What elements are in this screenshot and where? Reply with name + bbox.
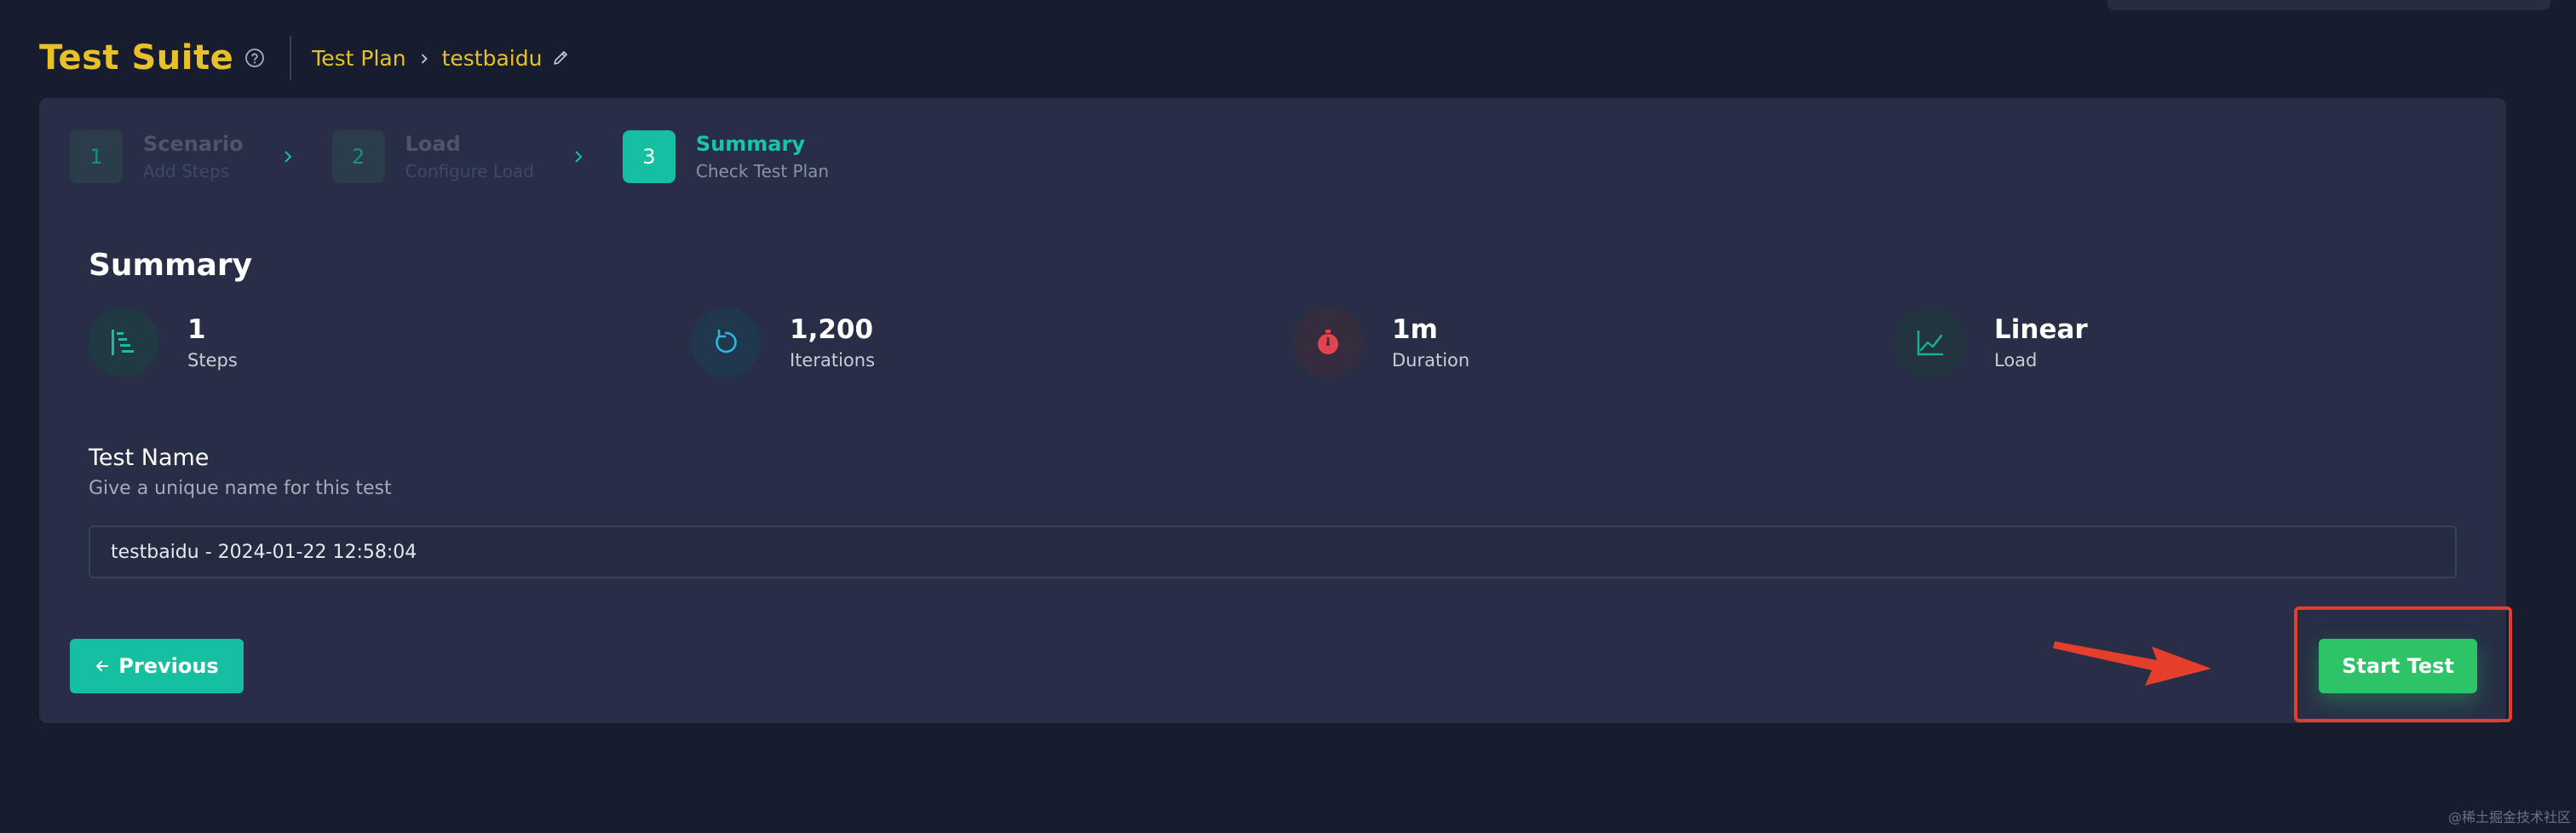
step-subtitle: Check Test Plan — [695, 161, 830, 181]
stat-value: 1,200 — [790, 314, 874, 345]
breadcrumb-test-plan[interactable]: Test Plan — [312, 46, 405, 71]
step-number: 3 — [622, 130, 676, 183]
stopwatch-icon — [1293, 307, 1363, 377]
stat-iterations: 1,200 Iterations — [691, 307, 875, 377]
test-name-help: Give a unique name for this test — [89, 478, 392, 499]
step-subtitle: Configure Load — [405, 161, 534, 181]
test-name-label: Test Name — [89, 445, 210, 471]
previous-button[interactable]: Previous — [70, 639, 244, 693]
step-scenario[interactable]: 1 Scenario Add Steps — [70, 130, 244, 183]
stat-value: 1m — [1392, 314, 1438, 345]
stat-label: Iterations — [790, 350, 876, 371]
step-number: 1 — [70, 130, 123, 183]
header-divider — [290, 36, 292, 80]
summary-heading: Summary — [89, 248, 253, 283]
previous-button-label: Previous — [118, 654, 219, 678]
step-title: Scenario — [143, 132, 244, 156]
stat-label: Duration — [1392, 350, 1470, 371]
stat-steps: 1 Steps — [89, 307, 238, 377]
page-title: Test Suite — [39, 38, 234, 78]
step-subtitle: Add Steps — [143, 161, 230, 181]
steps-list-icon — [89, 307, 158, 377]
edit-pencil-icon[interactable] — [550, 48, 571, 68]
stat-value: Linear — [1994, 314, 2088, 345]
summary-stats: 1 Steps 1,200 Iterations 1m Duration Lin… — [89, 307, 2499, 381]
test-name-input[interactable] — [89, 526, 2457, 578]
step-number: 2 — [331, 130, 385, 183]
breadcrumb: Test Plan testbaidu — [312, 46, 571, 71]
watermark: @稀土掘金技术社区 — [2447, 809, 2571, 825]
breadcrumb-plan-name[interactable]: testbaidu — [442, 46, 543, 71]
stat-load: Linear Load — [1895, 307, 2088, 377]
page-header: Test Suite Test Plan testbaidu — [39, 32, 571, 83]
annotation-highlight-box — [2294, 606, 2512, 722]
refresh-icon — [691, 307, 761, 377]
line-chart-icon — [1895, 307, 1965, 377]
help-circle-icon[interactable] — [244, 47, 266, 69]
arrow-left-icon — [95, 658, 110, 674]
step-load[interactable]: 2 Load Configure Load — [331, 130, 534, 183]
app-root: Test Suite Test Plan testbaidu 1 Scenari… — [0, 0, 2576, 833]
wizard-card: 1 Scenario Add Steps 2 Load Configure Lo… — [39, 98, 2506, 723]
stat-label: Steps — [187, 350, 238, 371]
breadcrumb-chevron-icon — [418, 46, 430, 70]
wizard-steps: 1 Scenario Add Steps 2 Load Configure Lo… — [70, 130, 829, 183]
stat-duration: 1m Duration — [1293, 307, 1469, 377]
stat-label: Load — [1994, 350, 2038, 371]
chevron-right-icon — [279, 148, 296, 165]
step-summary[interactable]: 3 Summary Check Test Plan — [622, 130, 830, 183]
annotation-arrow — [2053, 641, 2211, 686]
step-title: Summary — [695, 132, 805, 156]
step-title: Load — [405, 132, 461, 156]
top-right-bar — [2107, 0, 2550, 10]
chevron-right-icon — [570, 148, 587, 165]
stat-value: 1 — [187, 314, 206, 345]
